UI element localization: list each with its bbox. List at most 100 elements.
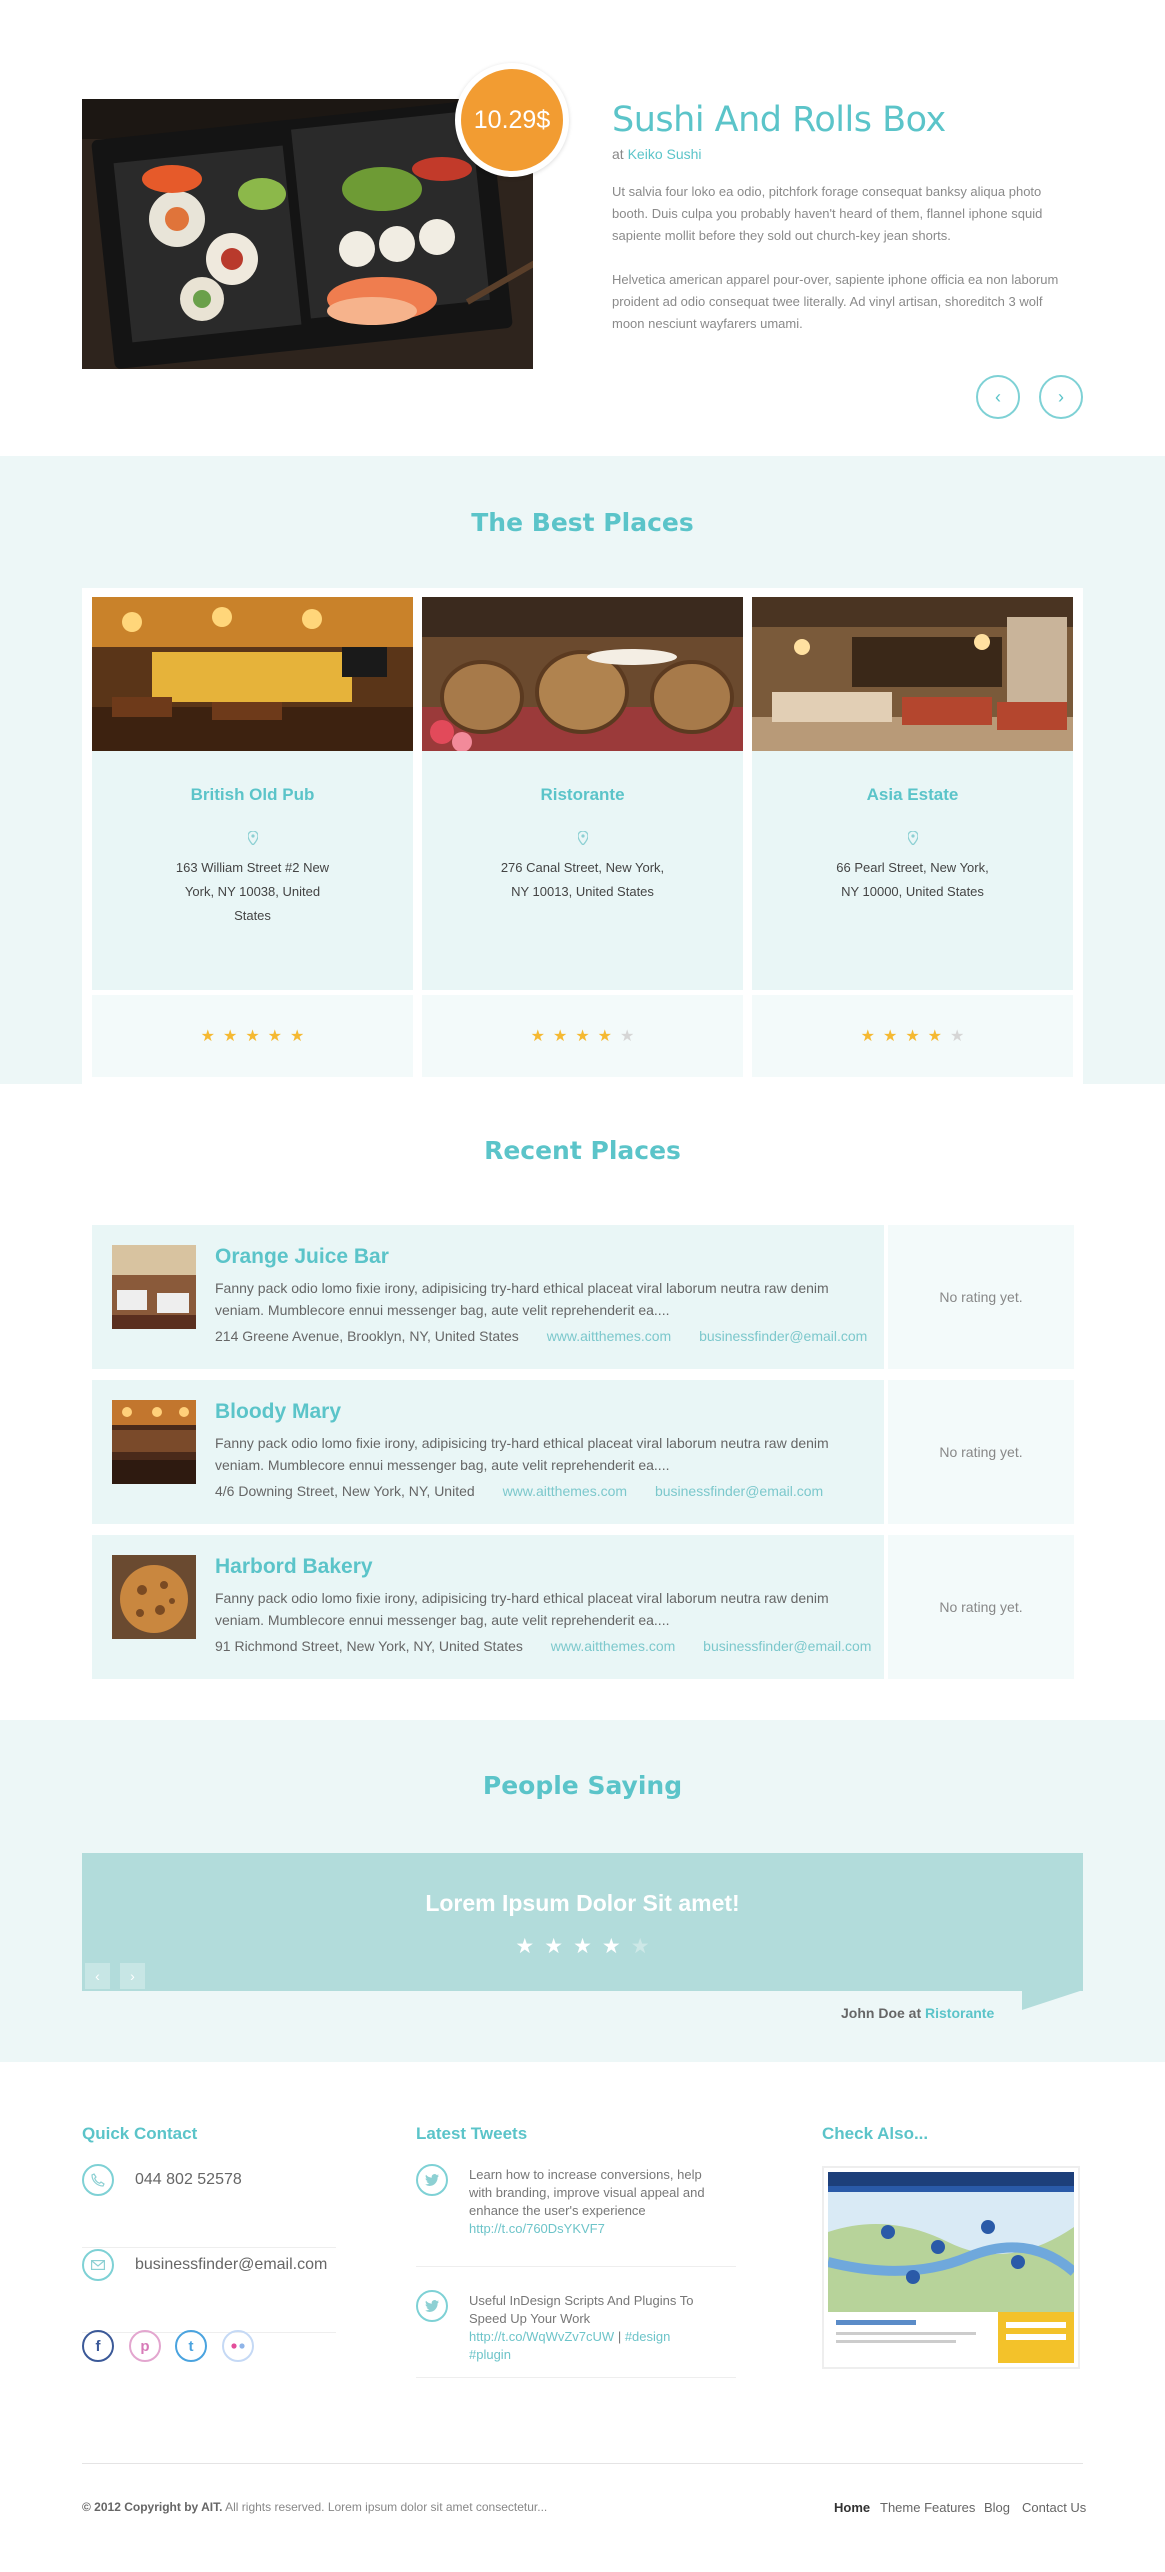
check-also-preview[interactable]: [822, 2166, 1080, 2369]
footer-menu-theme-features[interactable]: Theme Features: [880, 2500, 975, 2515]
latest-tweets-heading: Latest Tweets: [416, 2124, 528, 2143]
recent-place-website[interactable]: www.aitthemes.com: [547, 1328, 671, 1344]
email-row: businessfinder@email.com: [82, 2249, 336, 2333]
tweet-item: Learn how to increase conversions, help …: [416, 2164, 736, 2267]
star-icon: ★: [267, 1028, 283, 1045]
star-icon: ★: [573, 1935, 592, 1958]
recent-place-thumbnail: [112, 1555, 196, 1639]
facebook-icon[interactable]: f: [82, 2330, 114, 2362]
tweet-hashtag[interactable]: #design: [625, 2329, 671, 2344]
map-pin-icon: [906, 830, 919, 846]
place-card[interactable]: Asia Estate 66 Pearl Street, New York, N…: [752, 597, 1073, 1077]
dish-description-1: Ut salvia four loko ea odio, pitchfork f…: [612, 184, 1043, 243]
recent-place-rating: No rating yet.: [888, 1380, 1074, 1524]
twitter-icon[interactable]: t: [175, 2330, 207, 2362]
star-icon: ★: [200, 1028, 215, 1045]
tweet-separator: |: [617, 2329, 622, 2344]
place-rating: ★ ★ ★ ★ ★: [752, 995, 1073, 1077]
recent-place-address: 4/6 Downing Street, New York, NY, United: [215, 1483, 475, 1499]
phone-number[interactable]: 044 802 52578: [135, 2171, 242, 2189]
tweet-hashtag[interactable]: #plugin: [469, 2347, 511, 2362]
recent-place-email[interactable]: businessfinder@email.com: [703, 1638, 871, 1654]
star-icon: ★: [222, 1028, 238, 1045]
testimonial-box: [82, 1853, 1083, 1991]
testimonials-title: People Saying: [482, 1771, 683, 1800]
map-pin-icon: [246, 830, 259, 846]
recent-place-website[interactable]: www.aitthemes.com: [551, 1638, 675, 1654]
place-card[interactable]: British Old Pub 163 William Street #2 Ne…: [92, 597, 413, 1077]
recent-place-row[interactable]: Orange Juice Bar Fanny pack odio lomo fi…: [92, 1225, 1074, 1369]
testimonial-tail: [1022, 1990, 1083, 2010]
star-icon: ★: [882, 1028, 898, 1045]
copyright-owner: © 2012 Copyright by AIT.: [82, 2500, 223, 2514]
recent-place-email[interactable]: businessfinder@email.com: [699, 1328, 867, 1344]
footer-menu-blog[interactable]: Blog: [984, 2500, 1010, 2515]
author-venue-link[interactable]: Ristorante: [925, 2005, 994, 2021]
star-icon: ★: [544, 1935, 564, 1958]
recent-place-row[interactable]: Harbord Bakery Fanny pack odio lomo fixi…: [92, 1535, 1074, 1679]
copyright: © 2012 Copyright by AIT. All rights rese…: [82, 2500, 547, 2514]
phone-row: 044 802 52578: [82, 2164, 336, 2248]
place-photo: [92, 597, 413, 751]
recent-place-name[interactable]: Bloody Mary: [215, 1400, 341, 1424]
star-icon: ★: [515, 1935, 535, 1958]
place-address: 276 Canal Street, New York, NY 10013, Un…: [500, 860, 665, 899]
star-icon: ★: [860, 1028, 875, 1045]
testimonial-quote: Lorem Ipsum Dolor Sit amet!: [425, 1890, 740, 1916]
testimonial-prev-button[interactable]: ‹: [85, 1963, 110, 1989]
recent-place-website[interactable]: www.aitthemes.com: [503, 1483, 627, 1499]
quick-contact-heading: Quick Contact: [82, 2124, 198, 2143]
pinterest-icon[interactable]: p: [129, 2330, 161, 2362]
recent-place-rating: No rating yet.: [888, 1535, 1074, 1679]
recent-place-email[interactable]: businessfinder@email.com: [655, 1483, 823, 1499]
recent-place-meta: 214 Greene Avenue, Brooklyn, NY, United …: [215, 1328, 867, 1344]
contact-email[interactable]: businessfinder@email.com: [135, 2256, 327, 2274]
chevron-right-icon: ›: [1058, 386, 1064, 407]
author-name: John Doe: [841, 2005, 905, 2021]
twitter-bird-icon: [416, 2290, 448, 2322]
tweet-link[interactable]: http://t.co/WqWvZv7cUW: [469, 2329, 614, 2344]
flickr-icon[interactable]: [222, 2330, 254, 2362]
star-icon: ★: [905, 1028, 920, 1045]
recent-place-address: 91 Richmond Street, New York, NY, United…: [215, 1638, 523, 1654]
place-info: Ristorante 276 Canal Street, New York, N…: [422, 751, 743, 990]
place-photo: [752, 597, 1073, 751]
copyright-text: All rights reserved. Lorem ipsum dolor s…: [225, 2500, 548, 2514]
recent-place-row[interactable]: Bloody Mary Fanny pack odio lomo fixie i…: [92, 1380, 1074, 1524]
phone-icon: [82, 2164, 114, 2196]
place-card[interactable]: Ristorante 276 Canal Street, New York, N…: [422, 597, 743, 1077]
star-icon: ★: [290, 1028, 305, 1045]
place-address: 163 William Street #2 New York, NY 10038…: [175, 860, 330, 923]
recent-place-name[interactable]: Orange Juice Bar: [215, 1245, 389, 1269]
place-address: 66 Pearl Street, New York, NY 10000, Uni…: [836, 860, 989, 899]
place-rating: ★ ★ ★ ★ ★: [422, 995, 743, 1077]
place-photo: [422, 597, 743, 751]
dish-title: Sushi And Rolls Box: [612, 100, 946, 140]
tweet-text: Learn how to increase conversions, help …: [469, 2166, 709, 2238]
recent-place-description: Fanny pack odio lomo fixie irony, adipis…: [215, 1280, 829, 1318]
map-pin-icon: [576, 830, 589, 846]
star-empty-icon: ★: [630, 1935, 650, 1958]
testimonial-next-button[interactable]: ›: [120, 1963, 145, 1989]
recent-place-main: Bloody Mary Fanny pack odio lomo fixie i…: [92, 1380, 884, 1524]
tweet-link[interactable]: http://t.co/760DsYKVF7: [469, 2221, 605, 2236]
recent-place-name[interactable]: Harbord Bakery: [215, 1555, 373, 1579]
testimonial-author: John Doe at Ristorante: [841, 2005, 994, 2021]
footer-menu-contact-us[interactable]: Contact Us: [1022, 2500, 1086, 2515]
author-at: at: [908, 2005, 922, 2021]
chevron-left-icon: ‹: [95, 1968, 100, 1984]
star-icon: ★: [245, 1028, 260, 1045]
envelope-icon: [82, 2249, 114, 2281]
star-empty-icon: ★: [950, 1028, 965, 1045]
prev-slide-button[interactable]: ‹: [976, 375, 1020, 419]
recent-places-title: Recent Places: [484, 1136, 681, 1165]
next-slide-button[interactable]: ›: [1039, 375, 1083, 419]
footer-menu-home[interactable]: Home: [834, 2500, 870, 2515]
tweet-body: Learn how to increase conversions, help …: [469, 2167, 705, 2218]
dish-venue-line: at Keiko Sushi: [612, 146, 702, 162]
recent-place-main: Harbord Bakery Fanny pack odio lomo fixi…: [92, 1535, 884, 1679]
place-info: British Old Pub 163 William Street #2 Ne…: [92, 751, 413, 990]
venue-link[interactable]: Keiko Sushi: [628, 146, 702, 162]
star-empty-icon: ★: [620, 1028, 635, 1045]
recent-place-main: Orange Juice Bar Fanny pack odio lomo fi…: [92, 1225, 884, 1369]
